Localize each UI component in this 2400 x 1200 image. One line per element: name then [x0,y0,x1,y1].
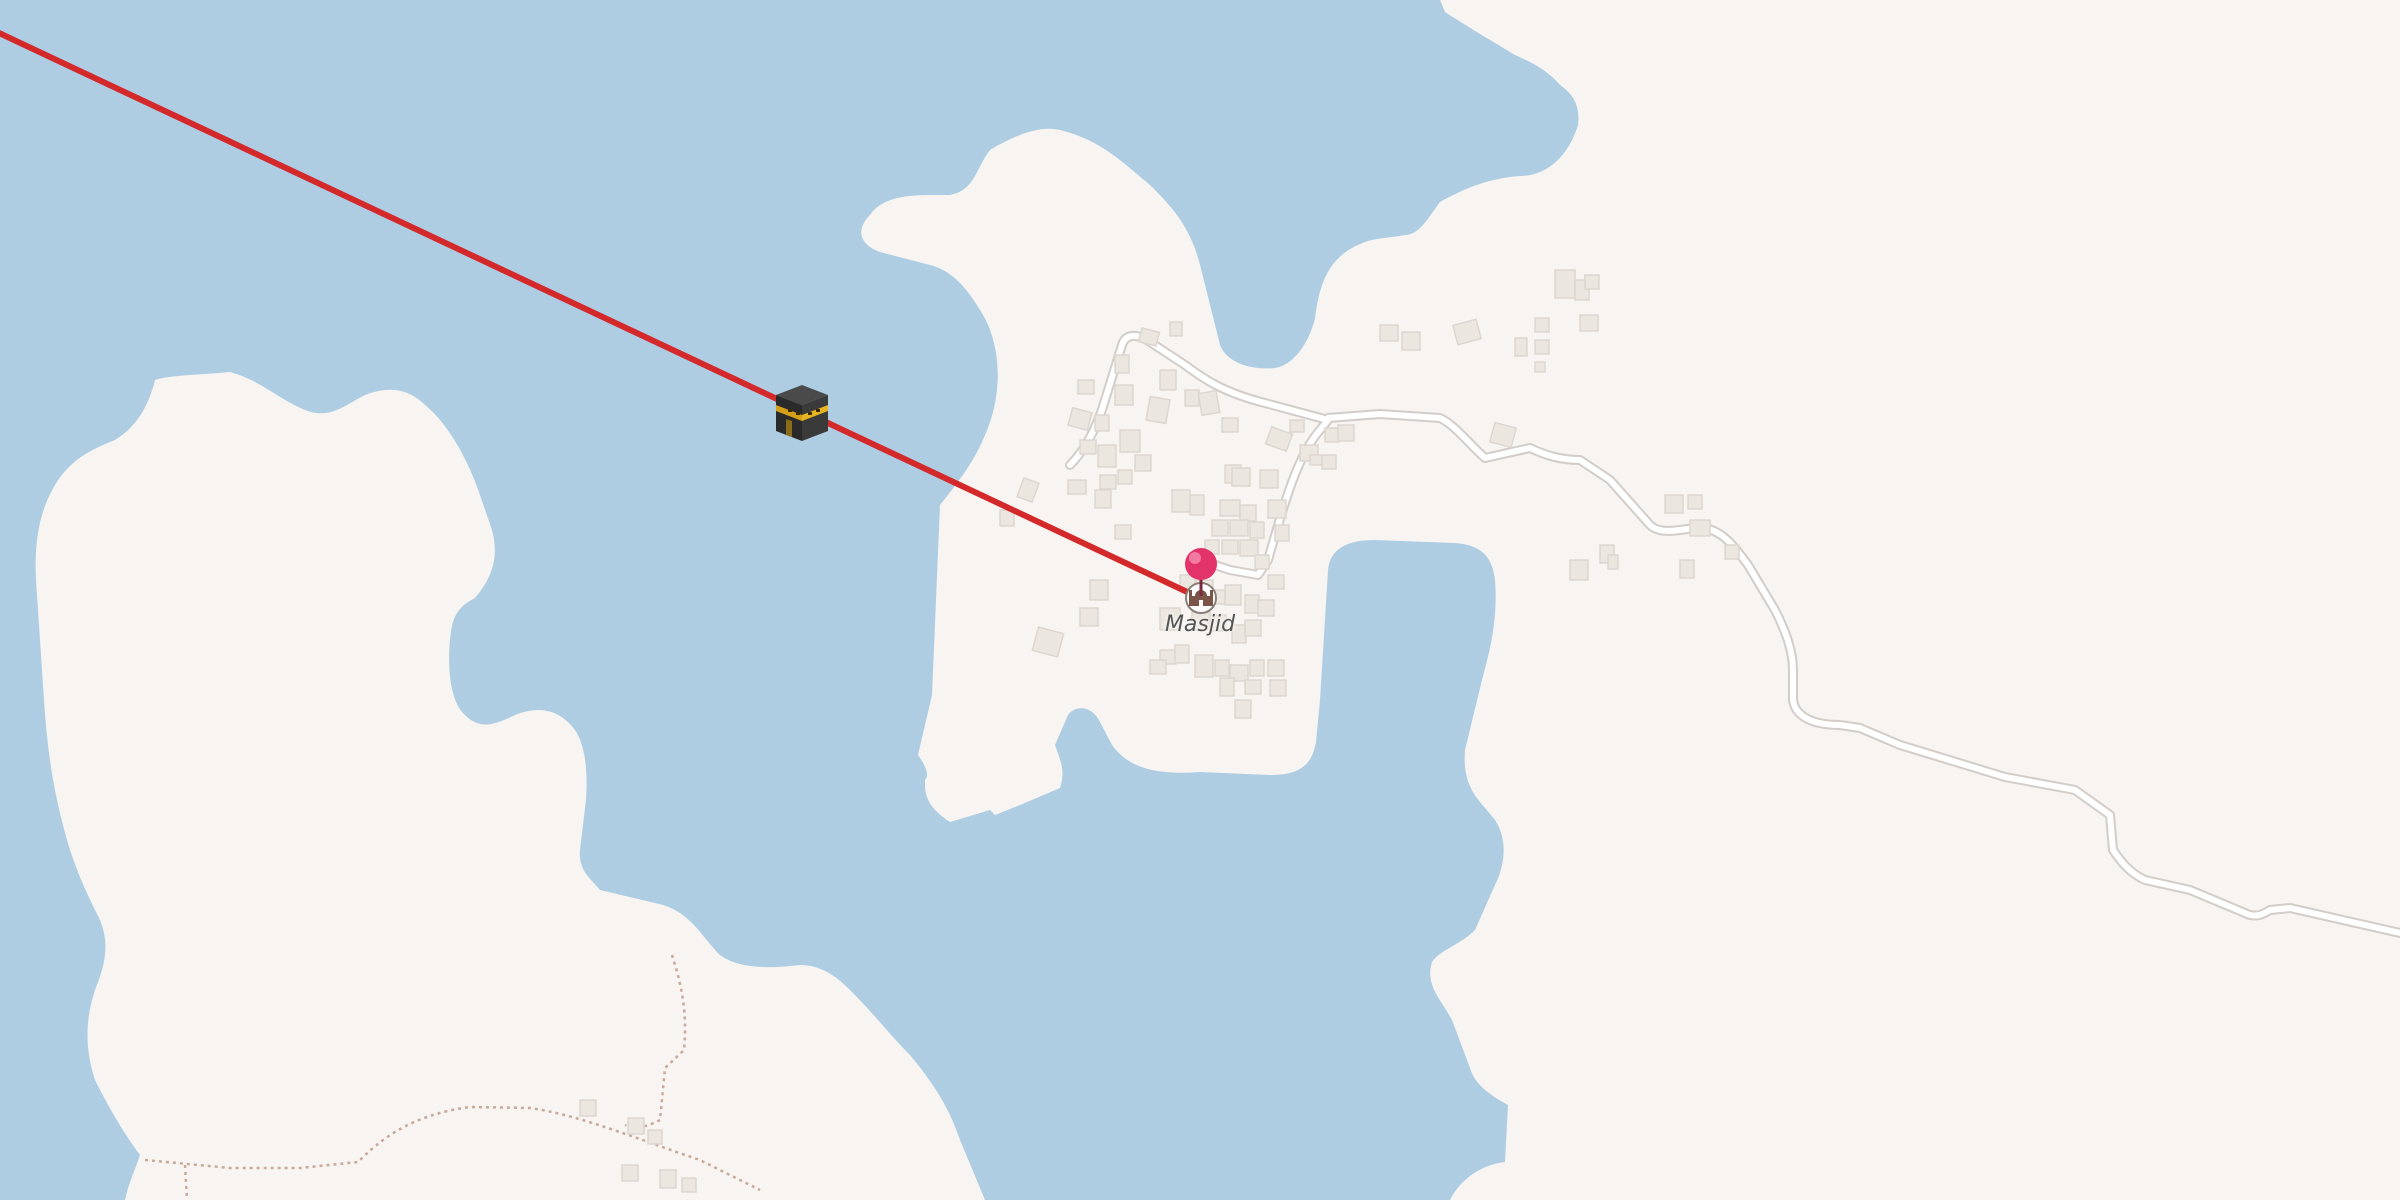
kaaba-icon[interactable] [776,385,828,441]
map-layers [0,0,2400,1200]
map-canvas[interactable]: Masjid [0,0,2400,1200]
poi-label-masjid[interactable]: Masjid [1116,612,1284,637]
